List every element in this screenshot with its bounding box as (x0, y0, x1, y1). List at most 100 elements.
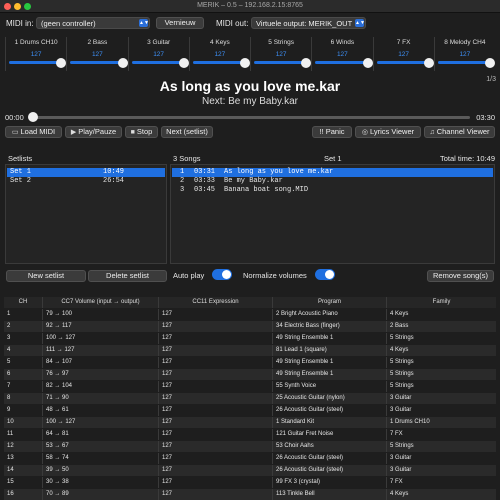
channel-volume-value: 127 (275, 51, 287, 58)
remove-songs-button[interactable]: Remove song(s) (427, 270, 494, 282)
channel-volume-knob[interactable] (423, 58, 434, 68)
channel-volume-value: 127 (336, 51, 348, 58)
progress-slider-knob[interactable] (28, 112, 38, 122)
table-row[interactable]: 14 39 → 50 127 26 Acoustic Guitar (steel) 3 … (4, 465, 496, 476)
table-cell: 79 → 100 (42, 309, 158, 320)
channel-volume-knob[interactable] (301, 58, 312, 68)
play-pause-button[interactable]: ▶ Play/Pauze (65, 126, 122, 138)
channel-volume-knob[interactable] (117, 58, 128, 68)
table-cell: 55 Synth Voice (272, 381, 386, 392)
table-cell: 127 (158, 453, 272, 464)
new-setlist-button[interactable]: New setlist (6, 270, 86, 282)
table-header-cell: Program (272, 297, 386, 308)
panic-button[interactable]: !! Panic (312, 126, 352, 138)
table-cell: 11 (7, 431, 14, 437)
channel-volume-slider[interactable] (315, 61, 367, 64)
table-cell: 127 (158, 405, 272, 416)
lyrics-page-indicator: 1/3 (486, 76, 496, 83)
table-cell: 8 (7, 395, 11, 401)
table-cell: 13 (7, 455, 14, 461)
channel-viewer-label: Channel Viewer (436, 127, 490, 136)
table-row[interactable]: 4 111 → 127 127 81 Lead 1 (square) 4 Keys (4, 345, 496, 356)
table-row[interactable]: 13 58 → 74 127 26 Acoustic Guitar (steel) 3 … (4, 453, 496, 464)
table-row[interactable]: 12 53 → 67 127 53 Choir Aahs 5 Strings (4, 441, 496, 452)
table-cell: 100 → 127 (42, 333, 158, 344)
channel-volume-slider[interactable] (376, 61, 428, 64)
table-cell: 127 (158, 477, 272, 488)
normalize-toggle[interactable] (315, 269, 335, 280)
table-row[interactable]: 7 82 → 104 127 55 Synth Voice 5 Strings (4, 381, 496, 392)
channel-volume-knob[interactable] (178, 58, 189, 68)
channel-strip: 1 Drums CH10 127 (5, 37, 67, 71)
table-cell: 58 → 74 (42, 453, 158, 464)
table-row[interactable]: 11 64 → 81 127 121 Guitar Fret Noise 7 FX (4, 429, 496, 440)
table-cell: 4 (7, 347, 11, 353)
load-midi-button[interactable]: ▭ Load MIDI (5, 126, 62, 138)
table-row[interactable]: 15 30 → 38 127 99 FX 3 (crystal) 7 FX (4, 477, 496, 488)
table-row[interactable]: 9 48 → 61 127 26 Acoustic Guitar (steel) 3 G… (4, 405, 496, 416)
channel-volume-slider[interactable] (131, 61, 183, 64)
table-cell: 64 → 81 (42, 429, 158, 440)
table-row[interactable]: 3 100 → 127 127 49 String Ensemble 15 Strin… (4, 333, 496, 344)
table-row[interactable]: 5 84 → 107 127 49 String Ensemble 15 String… (4, 357, 496, 368)
channel-strip: 3 Guitar 127 (127, 37, 189, 71)
song-item[interactable]: 1 03:31 As long as you love me.kar (172, 168, 493, 177)
channel-volume-slider[interactable] (9, 61, 61, 64)
setlist-item[interactable]: Set 1 10:49 (7, 168, 165, 177)
song-item[interactable]: 2 03:33 Be my Baby.kar (172, 177, 493, 186)
song-item[interactable]: 3 03:45 Banana boat song.MID (172, 186, 493, 195)
channel-volume-knob[interactable] (362, 58, 373, 68)
channel-viewer-button[interactable]: ♫ Channel Viewer (424, 126, 495, 138)
table-row[interactable]: 6 76 → 97 127 49 String Ensemble 15 Strings (4, 369, 496, 380)
channel-volume-knob[interactable] (56, 58, 67, 68)
table-cell: 5 Strings (386, 333, 496, 344)
table-cell: 53 Choir Aahs (272, 441, 386, 452)
channel-volume-knob[interactable] (485, 58, 495, 68)
table-row[interactable]: 2 92 → 117 127 34 Electric Bass (finger) 2 B… (4, 321, 496, 332)
table-cell: 127 (158, 393, 272, 404)
table-cell: 1 Drums CH10 (386, 417, 496, 428)
setlists-panel: Set 1 10:49 Set 2 26:54 (5, 164, 167, 264)
refresh-button[interactable]: Vernieuw (156, 17, 204, 29)
songs-count: 3 Songs (173, 154, 201, 163)
channel-volume-value: 127 (214, 51, 226, 58)
total-time: 03:30 (476, 113, 495, 122)
stop-button[interactable]: ■ Stop (125, 126, 158, 138)
table-row[interactable]: 10 100 → 127 127 1 Standard Kit 1 Drums CH10 (4, 417, 496, 428)
table-row[interactable]: 8 71 → 90 127 25 Acoustic Guitar (nylon) 3 G… (4, 393, 496, 404)
table-cell: 127 (158, 429, 272, 440)
lyrics-viewer-label: Lyrics Viewer (369, 127, 415, 136)
table-cell: 3 Guitar (386, 393, 496, 404)
table-cell: 1 Standard Kit (272, 417, 386, 428)
lyrics-viewer-button[interactable]: ◎ Lyrics Viewer (355, 126, 421, 138)
table-cell: 5 Strings (386, 357, 496, 368)
table-cell: 71 → 90 (42, 393, 158, 404)
table-cell: 49 String Ensemble 1 (272, 357, 386, 368)
table-row[interactable]: 16 70 → 89 127 113 Tinkle Bell 4 Keys (4, 489, 496, 500)
table-cell: 34 Electric Bass (finger) (272, 321, 386, 332)
table-cell: 12 (7, 443, 14, 449)
table-cell: 16 (7, 491, 14, 497)
channel-volume-slider[interactable] (70, 61, 122, 64)
table-row[interactable]: 1 79 → 100 127 2 Bright Acoustic Piano 4 Key… (4, 309, 496, 320)
midi-out-select[interactable]: Virtuele output: MERIK_OUT ▲▼ (251, 17, 366, 29)
songs-total-time: Total time: 10:49 (439, 154, 495, 163)
next-setlist-button[interactable]: Next (setlist) (161, 126, 213, 138)
autoplay-toggle[interactable] (212, 269, 232, 280)
setlist-item[interactable]: Set 2 26:54 (7, 177, 165, 186)
channel-volume-slider[interactable] (254, 61, 306, 64)
delete-setlist-button[interactable]: Delete setlist (88, 270, 167, 282)
midi-in-select[interactable]: (geen controller) ▲▼ (36, 17, 150, 29)
now-playing-title: As long as you love me.kar (159, 78, 341, 94)
channel-name: 4 Keys (209, 39, 230, 46)
chevron-updown-icon: ▲▼ (355, 19, 365, 27)
channel-name: 2 Bass (87, 39, 108, 46)
table-cell: 10 (7, 419, 14, 425)
table-cell: 15 (7, 479, 14, 485)
channel-volume-knob[interactable] (240, 58, 250, 68)
table-cell: 3 Guitar (386, 465, 496, 476)
channel-volume-slider[interactable] (437, 61, 489, 64)
table-cell: 7 FX (386, 477, 496, 488)
progress-slider[interactable] (30, 116, 470, 119)
channel-volume-slider[interactable] (192, 61, 244, 64)
